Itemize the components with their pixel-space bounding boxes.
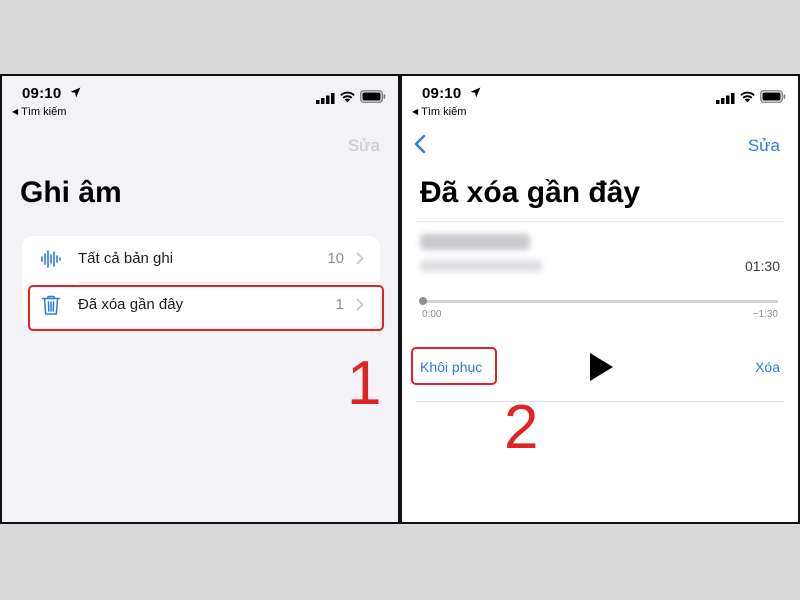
page-title: Đã xóa gần đây: [420, 176, 641, 209]
list-item-label: Tất cả bản ghi: [78, 250, 174, 267]
highlight-box-recover: [411, 347, 497, 385]
back-to-app-link[interactable]: ◀ Tìm kiếm: [12, 106, 66, 118]
highlight-box-recently-deleted: [28, 285, 384, 331]
cellular-signal-icon: [316, 93, 335, 104]
step-number-annotation: 2: [504, 393, 539, 462]
screenshot-frame: 09:10 ◀ Tìm kiếm Sửa Ghi âm Tất cả bản g…: [0, 74, 800, 524]
recording-date-redacted: [420, 260, 542, 272]
step-number-annotation: 1: [347, 349, 382, 418]
scrubber-handle[interactable]: [419, 297, 427, 305]
delete-button[interactable]: Xóa: [755, 359, 780, 375]
back-app-label: Tìm kiếm: [421, 106, 467, 118]
list-item-count: 10: [327, 250, 344, 267]
battery-icon: [760, 90, 786, 103]
remaining-time: −1:30: [752, 309, 778, 320]
row-divider: [416, 401, 784, 402]
list-item-all-recordings[interactable]: Tất cả bản ghi 10: [22, 236, 380, 283]
cellular-signal-icon: [716, 93, 735, 104]
recording-duration: 01:30: [744, 258, 780, 274]
recording-name-redacted: [420, 234, 530, 250]
voice-memos-screen: 09:10 ◀ Tìm kiếm Sửa Ghi âm Tất cả bản g…: [2, 76, 398, 522]
status-time: 09:10: [422, 85, 462, 102]
playback-scrubber[interactable]: [422, 300, 778, 303]
waveform-icon: [41, 250, 61, 268]
location-arrow-icon: [470, 87, 481, 98]
location-arrow-icon: [70, 87, 81, 98]
recently-deleted-screen: 09:10 ◀ Tìm kiếm Sửa Đã xóa gần đây 01:3…: [402, 76, 798, 522]
row-divider: [416, 221, 784, 222]
battery-icon: [360, 90, 386, 103]
edit-button[interactable]: Sửa: [748, 136, 780, 156]
play-icon[interactable]: [588, 352, 614, 382]
page-title: Ghi âm: [20, 176, 122, 209]
wifi-icon: [740, 91, 755, 103]
wifi-icon: [340, 91, 355, 103]
back-triangle-icon: ◀: [12, 107, 19, 116]
back-to-app-link[interactable]: ◀ Tìm kiếm: [412, 106, 466, 118]
back-chevron-icon[interactable]: [414, 134, 426, 154]
edit-button[interactable]: Sửa: [348, 136, 380, 156]
elapsed-time: 0:00: [422, 309, 442, 320]
status-time: 09:10: [22, 85, 62, 102]
back-triangle-icon: ◀: [412, 107, 419, 116]
chevron-right-icon: [356, 252, 364, 265]
back-app-label: Tìm kiếm: [21, 106, 67, 118]
